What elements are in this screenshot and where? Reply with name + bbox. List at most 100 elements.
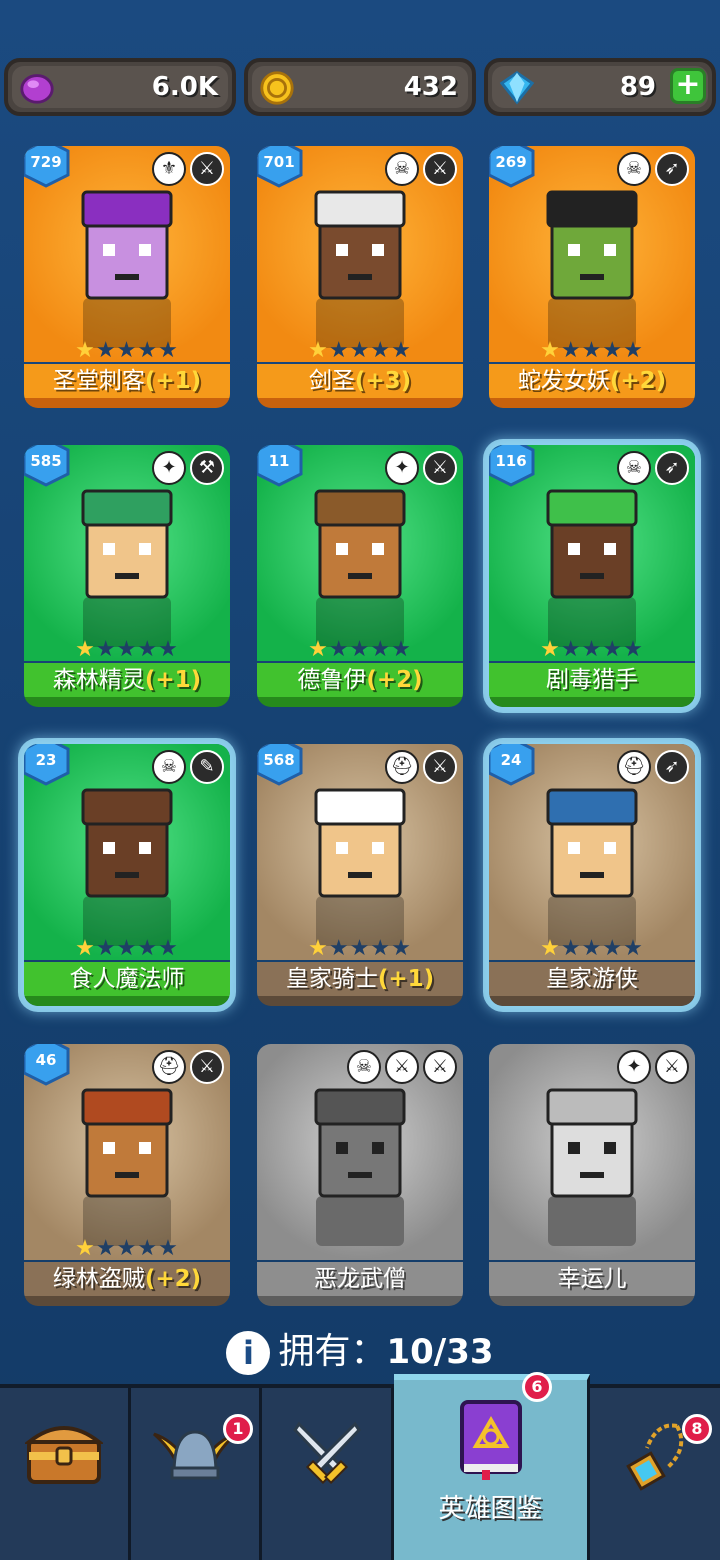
level-value: 116	[495, 452, 527, 470]
hero-name: 剑圣	[308, 368, 355, 394]
star-icon: ★	[602, 637, 624, 662]
tab-label: 英雄图鉴	[438, 1494, 543, 1524]
hero-name-bar: 蛇发女妖(+2)	[489, 364, 695, 398]
hero-card[interactable]: ☠ ⚔ ⚔ 恶龙武僧	[257, 1044, 463, 1306]
hero-name: 蛇发女妖	[517, 368, 610, 394]
tab-battle[interactable]	[262, 1388, 394, 1560]
class-badges: ☠ ⚔ ⚔	[347, 1050, 457, 1084]
star-icon: ★	[308, 338, 329, 363]
level-value: 568	[263, 751, 295, 769]
star-icon: ★	[137, 1236, 159, 1261]
star-icon: ★	[540, 637, 561, 662]
tab-shop[interactable]	[0, 1388, 131, 1560]
hero-bonus: (+3)	[354, 368, 412, 394]
star-icon: ★	[623, 338, 644, 363]
weapon-icon: ⚔	[423, 152, 457, 186]
gold-coin-icon	[260, 71, 294, 105]
hero-card[interactable]: 11 ✦ ⚔ ★★★★★ 德鲁伊(+2)	[257, 445, 463, 707]
star-icon: ★	[391, 637, 412, 662]
star-icon: ★	[75, 1236, 96, 1261]
class-badges: ✦ ⚒	[152, 451, 224, 485]
star-icon: ★	[560, 637, 582, 662]
hero-bonus: (+2)	[144, 1266, 202, 1292]
class-badges: ☠ ➶	[617, 451, 689, 485]
weapon-icon: ➶	[655, 451, 689, 485]
add-diamonds-button[interactable]: +	[670, 68, 706, 104]
star-icon: ★	[349, 637, 371, 662]
level-value: 24	[500, 751, 522, 769]
level-badge: 11	[257, 445, 305, 487]
owned-label: 拥有：	[278, 1331, 387, 1372]
level-badge: 46	[24, 1044, 72, 1086]
gold-counter[interactable]: 432	[244, 58, 476, 116]
faction-icon: ⛑	[152, 1050, 186, 1084]
hero-name: 皇家游侠	[546, 966, 638, 992]
hero-bonus: (+2)	[366, 667, 423, 693]
hero-card[interactable]: 585 ✦ ⚒ ★★★★★ 森林精灵(+1)	[24, 445, 230, 707]
hero-bonus: (+1)	[377, 966, 435, 992]
star-rating: ★★★★★	[24, 936, 230, 961]
faction-icon: ✦	[385, 451, 419, 485]
level-value: 11	[268, 452, 290, 470]
faction-icon: ⚜	[152, 152, 186, 186]
class-badges: ⛑ ⚔	[152, 1050, 224, 1084]
star-icon: ★	[137, 338, 159, 363]
star-icon: ★	[349, 936, 371, 961]
weapon-icon: ✎	[190, 750, 224, 784]
hero-card[interactable]: 269 ☠ ➶ ★★★★★ 蛇发女妖(+2)	[489, 146, 695, 408]
tab-heroes-team[interactable]: 1	[131, 1388, 262, 1560]
tab-equipment[interactable]: 8	[590, 1388, 720, 1560]
star-icon: ★	[116, 637, 138, 662]
level-badge: 23	[24, 744, 72, 786]
level-badge: 568	[257, 744, 305, 786]
star-rating: ★★★★★	[24, 637, 230, 662]
gold-value: 432	[403, 72, 458, 102]
star-icon: ★	[391, 936, 412, 961]
hero-card[interactable]: 46 ⛑ ⚔ ★★★★★ 绿林盗贼(+2)	[24, 1044, 230, 1306]
hero-card[interactable]: 568 ⛑ ⚔ ★★★★★ 皇家骑士(+1)	[257, 744, 463, 1006]
star-icon: ★	[581, 936, 603, 961]
star-icon: ★	[370, 637, 392, 662]
hero-name-bar: 圣堂刺客(+1)	[24, 364, 230, 398]
star-icon: ★	[308, 936, 329, 961]
hero-name-bar: 皇家游侠	[489, 962, 695, 996]
weapon-icon: ⚔	[385, 1050, 419, 1084]
star-icon: ★	[540, 936, 561, 961]
star-icon: ★	[581, 637, 603, 662]
diamond-value: 89	[619, 72, 656, 102]
tab-hero-codex[interactable]: 6 英雄图鉴	[394, 1372, 590, 1560]
hero-name-bar: 剑圣(+3)	[257, 364, 463, 398]
hero-name-bar: 绿林盗贼(+2)	[24, 1262, 230, 1296]
hero-card[interactable]: 23 ☠ ✎ ★★★★★ 食人魔法师	[24, 744, 230, 1006]
weapon-icon: ⚔	[190, 152, 224, 186]
purple-gem-value: 6.0K	[151, 72, 218, 102]
hero-card[interactable]: 116 ☠ ➶ ★★★★★ 剧毒猎手	[489, 445, 695, 707]
faction-icon: ☠	[617, 152, 651, 186]
star-icon: ★	[95, 1236, 117, 1261]
star-icon: ★	[75, 338, 96, 363]
level-value: 269	[495, 153, 527, 171]
hero-card[interactable]: 24 ⛑ ➶ ★★★★★ 皇家游侠	[489, 744, 695, 1006]
treasure-chest-icon	[25, 1426, 103, 1484]
star-icon: ★	[116, 1236, 138, 1261]
owned-value: 10/33	[386, 1332, 494, 1372]
hero-card[interactable]: 701 ☠ ⚔ ★★★★★ 剑圣(+3)	[257, 146, 463, 408]
info-icon[interactable]: i	[226, 1331, 271, 1375]
class-badges: ☠ ⚔	[385, 152, 457, 186]
hero-name: 皇家骑士	[285, 966, 378, 992]
hero-name: 食人魔法师	[69, 966, 185, 992]
star-rating: ★★★★★	[257, 338, 463, 363]
star-icon: ★	[116, 936, 138, 961]
class-badges: ⛑ ⚔	[385, 750, 457, 784]
diamond-counter[interactable]: 89 +	[484, 58, 716, 116]
level-value: 585	[30, 452, 62, 470]
star-icon: ★	[581, 338, 603, 363]
hero-bonus: (+1)	[144, 368, 202, 394]
star-rating: ★★★★★	[24, 338, 230, 363]
hero-card[interactable]: 729 ⚜ ⚔ ★★★★★ 圣堂刺客(+1)	[24, 146, 230, 408]
hero-card[interactable]: ✦ ⚔ 幸运儿	[489, 1044, 695, 1306]
hero-bonus: (+2)	[609, 368, 667, 394]
star-icon: ★	[158, 1236, 179, 1261]
purple-gem-counter[interactable]: 6.0K	[4, 58, 236, 116]
class-badges: ⛑ ➶	[617, 750, 689, 784]
